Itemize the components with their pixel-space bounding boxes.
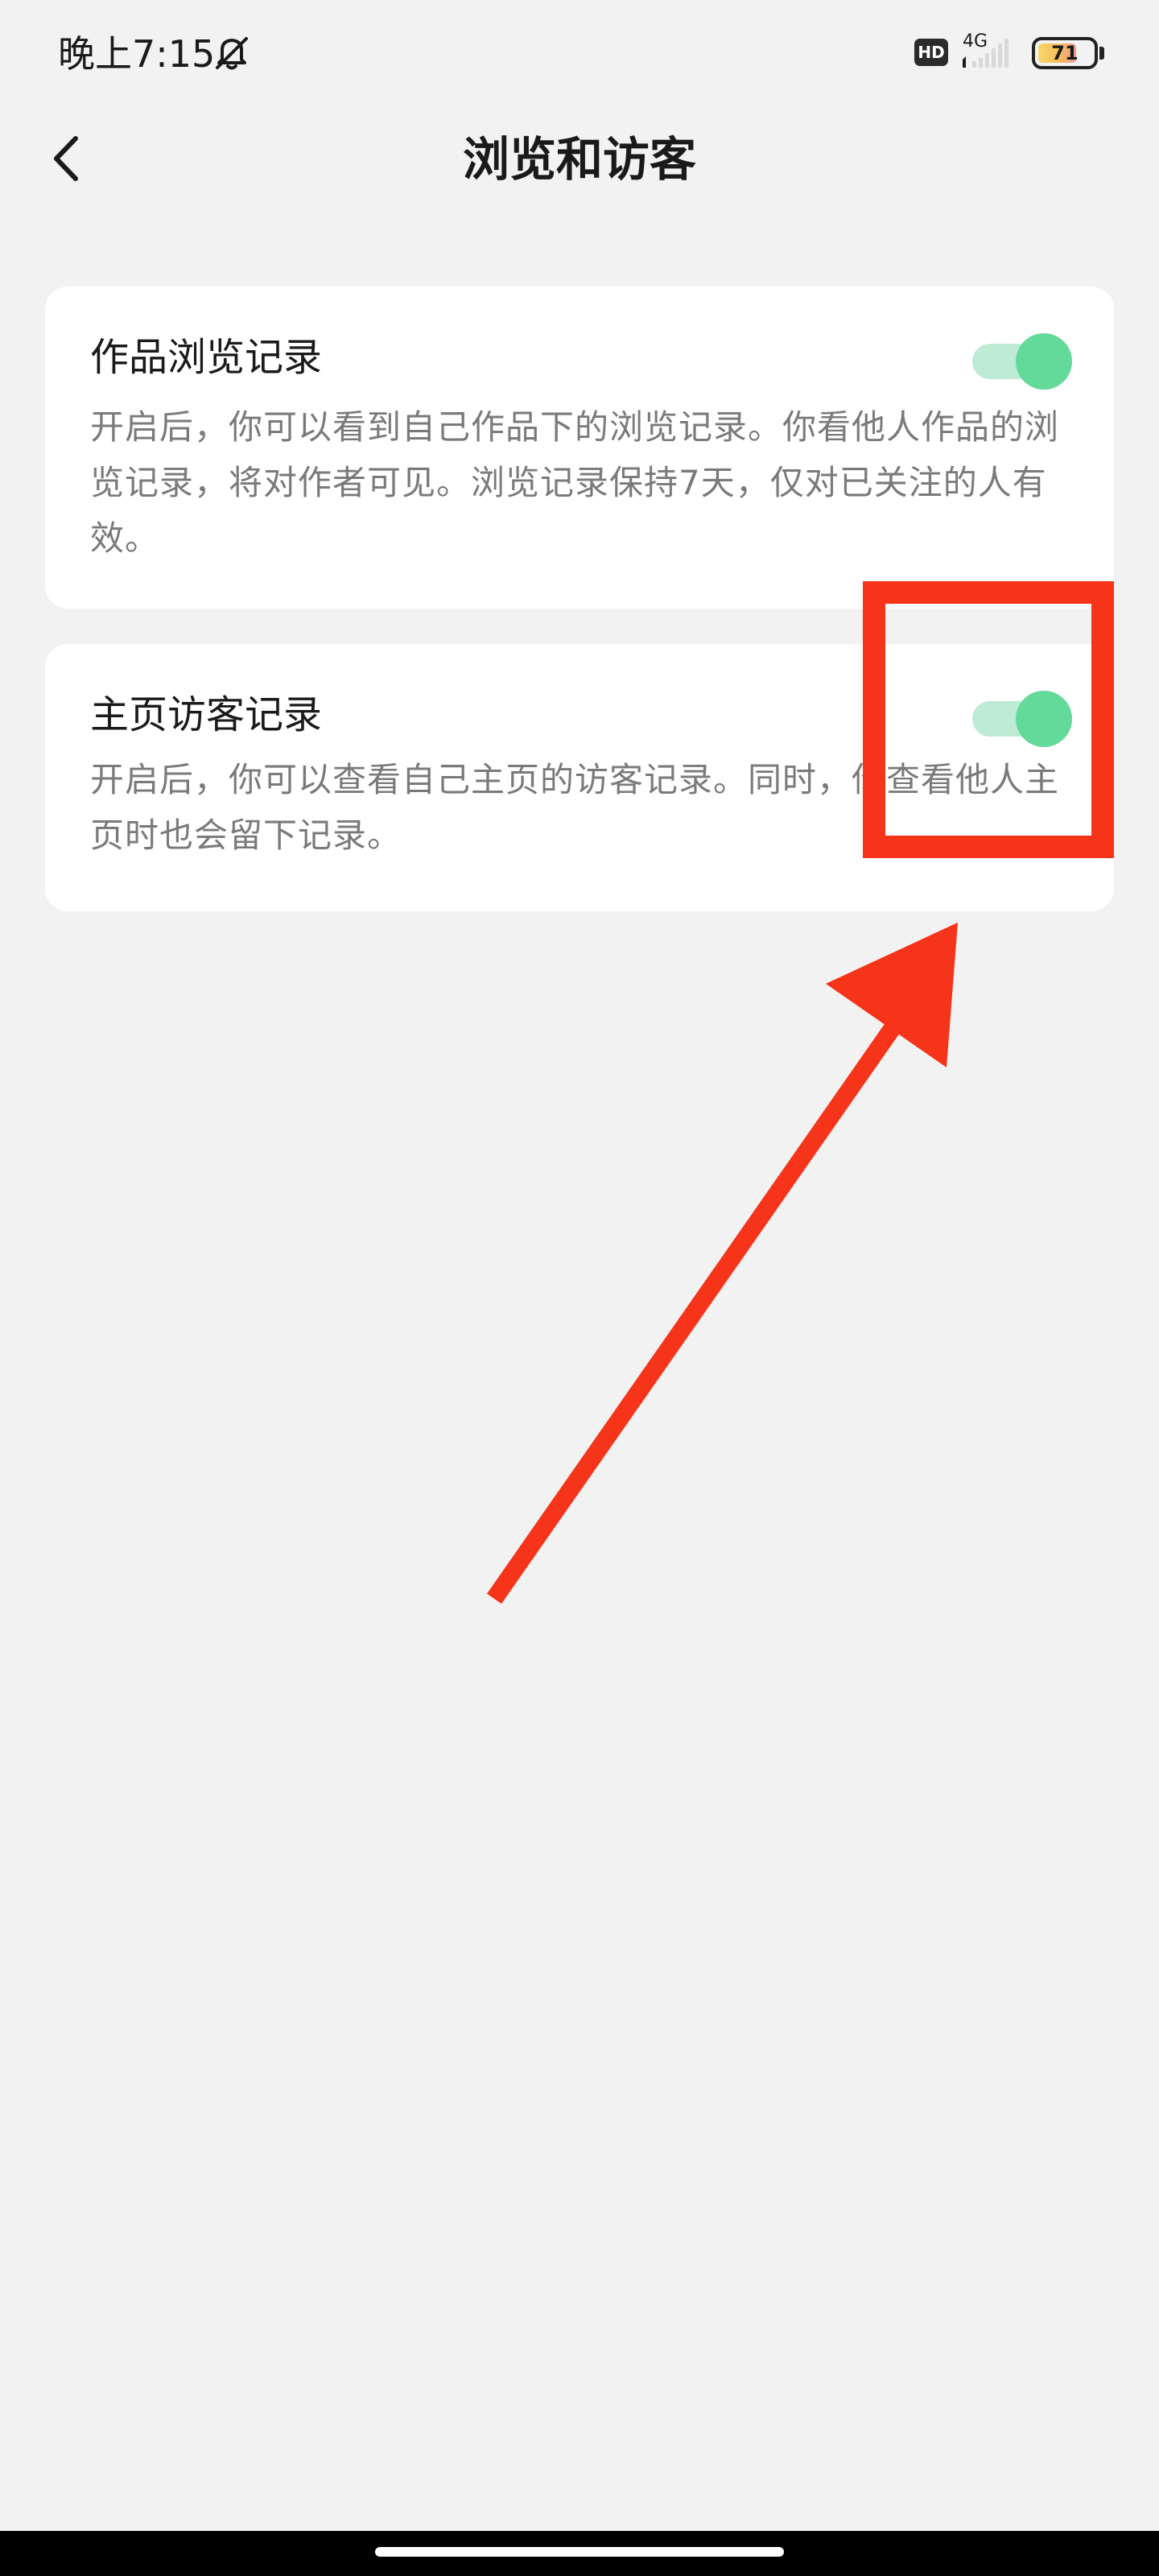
home-indicator[interactable] [375, 2547, 784, 2557]
setting-title: 主页访客记录 [90, 692, 323, 737]
setting-description: 开启后，你可以看到自己作品下的浏览记录。你看他人作品的浏览记录，将对作者可见。浏… [90, 407, 1060, 558]
setting-card-work-views: 作品浏览记录 开启后，你可以看到自己作品下的浏览记录。你看他人作品的浏览记录，将… [45, 287, 1114, 609]
status-bar: 晚上7:15 HD 4G 71 [0, 0, 1159, 105]
page-title: 浏览和访客 [462, 132, 696, 187]
bottom-navigation-bar [0, 2531, 1159, 2576]
bell-muted-icon [216, 37, 248, 70]
battery-cap [1099, 47, 1104, 60]
battery-level: 71 [1051, 42, 1079, 64]
signal-icon [963, 39, 1008, 68]
toggle-knob [1016, 333, 1072, 390]
hd-badge: HD [914, 39, 948, 66]
setting-title: 作品浏览记录 [90, 335, 323, 380]
setting-description: 开启后，你可以查看自己主页的访客记录。同时，你查看他人主页时也会留下记录。 [90, 760, 1060, 855]
work-views-toggle[interactable] [972, 333, 1072, 390]
setting-card-profile-visitors: 主页访客记录 开启后，你可以查看自己主页的访客记录。同时，你查看他人主页时也会留… [45, 644, 1114, 911]
status-time: 晚上7:15 [58, 32, 216, 76]
toggle-knob [1016, 691, 1072, 747]
profile-visitors-toggle[interactable] [972, 691, 1072, 747]
header: 浏览和访客 [0, 105, 1159, 209]
